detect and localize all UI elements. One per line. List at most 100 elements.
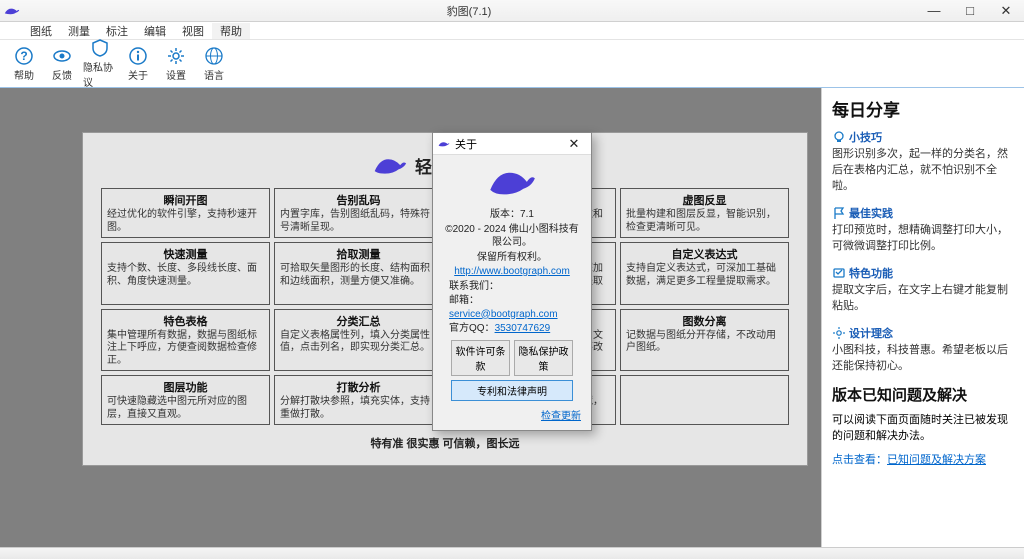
feature-cell: 拾取测量可拾取矢量图形的长度、结构面积和边线面积，测量方便又准确。 bbox=[274, 242, 443, 305]
tip-title: 小技巧 bbox=[849, 129, 882, 145]
feature-desc: 可快速隐藏选中图元所对应的图层，直接又直观。 bbox=[107, 396, 264, 421]
bulb-icon bbox=[832, 130, 846, 144]
issues-desc: 可以阅读下面页面随时关注已被发现的问题和解决办法。 bbox=[832, 411, 1016, 443]
feature-title: 分类汇总 bbox=[280, 313, 437, 329]
dialog-titlebar[interactable]: 关于 ✕ bbox=[433, 133, 591, 155]
feedback-button[interactable]: 反馈 bbox=[44, 44, 80, 84]
dialog-body: 版本：7.1 ©2020 - 2024 佛山小图科技有限公司。 保留所有权利。 … bbox=[433, 155, 591, 430]
practice-desc: 打印预览时，想精确调整打印大小，可微微调整打印比例。 bbox=[832, 223, 1016, 255]
leopard-logo-icon bbox=[373, 154, 407, 178]
menu-help[interactable]: 帮助 bbox=[212, 23, 250, 39]
feature-cell: 特色表格集中管理所有数据，数据与图纸标注上下呼应，方便查阅数据检查修正。 bbox=[101, 309, 270, 372]
privacy-policy-button[interactable]: 隐私保护政策 bbox=[514, 340, 573, 376]
menu-edit[interactable]: 编辑 bbox=[136, 23, 174, 39]
patent-button[interactable]: 专利和法律声明 bbox=[451, 380, 573, 401]
feature-title: 瞬间开图 bbox=[107, 192, 264, 208]
app-icon bbox=[2, 1, 22, 21]
feature-title: 图层功能 bbox=[107, 379, 264, 395]
feature-desc: 经过优化的软件引擎，支持秒速开图。 bbox=[107, 209, 264, 234]
feature-title: 特色功能 bbox=[849, 265, 893, 281]
maximize-button[interactable]: □ bbox=[952, 0, 988, 22]
feature-desc: 记数据与图纸分开存储，不改动用户图纸。 bbox=[626, 330, 783, 355]
feature-title: 快速测量 bbox=[107, 246, 264, 262]
issues-title: 版本已知问题及解决 bbox=[832, 384, 1016, 405]
flag-icon bbox=[832, 206, 846, 220]
feature-cell: 自定义表达式支持自定义表达式，可深加工基础数据，满足更多工程量提取需求。 bbox=[620, 242, 789, 305]
menubar: 图纸 测量 标注 编辑 视图 帮助 bbox=[0, 22, 1024, 40]
feature-cell: 快速测量支持个数、长度、多段线长度、面积、角度快速测量。 bbox=[101, 242, 270, 305]
contact-label: 联系我们： bbox=[449, 280, 581, 294]
qq-label: 官方QQ： bbox=[449, 322, 495, 336]
gear-small-icon bbox=[832, 326, 846, 340]
tip-card: 小技巧 图形识别多次，起一样的分类名，然后在表格内汇总，就不怕识别不全啦。 bbox=[832, 129, 1016, 195]
feature-title: 虚图反显 bbox=[626, 192, 783, 208]
feature-title: 告别乱码 bbox=[280, 192, 437, 208]
dialog-title: 关于 bbox=[455, 136, 561, 152]
feature-cell: 虚图反显批量构建和图层反显，智能识别，检查更清晰可见。 bbox=[620, 188, 789, 238]
feature-title: 拾取测量 bbox=[280, 246, 437, 262]
privacy-button[interactable]: 隐私协议 bbox=[82, 36, 118, 91]
help-button[interactable]: ? 帮助 bbox=[6, 44, 42, 84]
issues-link-row: 点击查看：已知问题及解决方案 bbox=[832, 451, 1016, 467]
website-link[interactable]: http://www.bootgraph.com bbox=[454, 266, 570, 277]
practice-card: 最佳实践 打印预览时，想精确调整打印大小，可微微调整打印比例。 bbox=[832, 205, 1016, 255]
feature-desc: 批量构建和图层反显，智能识别，检查更清晰可见。 bbox=[626, 209, 783, 234]
email-link[interactable]: service@bootgraph.com bbox=[449, 309, 558, 320]
feature-desc: 可拾取矢量图形的长度、结构面积和边线面积，测量方便又准确。 bbox=[280, 263, 437, 288]
menu-drawing[interactable]: 图纸 bbox=[22, 23, 60, 39]
feedback-label: 反馈 bbox=[52, 67, 72, 82]
privacy-label: 隐私协议 bbox=[83, 59, 117, 89]
version-line: 版本：7.1 bbox=[443, 208, 581, 222]
settings-button[interactable]: 设置 bbox=[158, 44, 194, 84]
issues-link[interactable]: 已知问题及解决方案 bbox=[887, 454, 986, 466]
license-button[interactable]: 软件许可条款 bbox=[451, 340, 510, 376]
help-icon: ? bbox=[14, 46, 34, 66]
qq-link[interactable]: 3530747629 bbox=[495, 323, 551, 334]
copyright-line: ©2020 - 2024 佛山小图科技有限公司。 bbox=[443, 223, 581, 250]
check-update-link[interactable]: 检查更新 bbox=[541, 411, 581, 422]
feature-desc: 自定义表格属性列，填入分类属性值，点击列名，即实现分类汇总。 bbox=[280, 330, 437, 355]
issues-link-prefix: 点击查看： bbox=[832, 454, 887, 466]
feature-cell: 瞬间开图经过优化的软件引擎，支持秒速开图。 bbox=[101, 188, 270, 238]
feature-desc: 支持自定义表达式，可深加工基础数据，满足更多工程量提取需求。 bbox=[626, 263, 783, 288]
practice-title: 最佳实践 bbox=[849, 205, 893, 221]
minimize-button[interactable]: — bbox=[916, 0, 952, 22]
feature-desc: 支持个数、长度、多段线长度、面积、角度快速测量。 bbox=[107, 263, 264, 288]
feature-desc: 分解打散块参照，填充实体，支持重做打散。 bbox=[280, 396, 437, 421]
about-label: 关于 bbox=[128, 67, 148, 82]
help-label: 帮助 bbox=[14, 67, 34, 82]
feature-cell: 图层功能可快速隐藏选中图元所对应的图层，直接又直观。 bbox=[101, 375, 270, 425]
design-card: 设计理念 小图科技，科技普惠。希望老板以后还能保持初心。 bbox=[832, 325, 1016, 375]
feature-title: 特色表格 bbox=[107, 313, 264, 329]
menu-view[interactable]: 视图 bbox=[174, 23, 212, 39]
feature-desc: 提取文字后，在文字上右键才能复制粘贴。 bbox=[832, 283, 1016, 315]
language-label: 语言 bbox=[204, 67, 224, 82]
sidebar: 每日分享 小技巧 图形识别多次，起一样的分类名，然后在表格内汇总，就不怕识别不全… bbox=[821, 88, 1024, 547]
feature-cell bbox=[620, 375, 789, 425]
eye-icon bbox=[52, 46, 72, 66]
star-icon bbox=[832, 266, 846, 280]
daily-share-title: 每日分享 bbox=[832, 96, 1016, 121]
feature-cell: 告别乱码内置字库，告别图纸乱码，特殊符号清晰呈现。 bbox=[274, 188, 443, 238]
toolbar: ? 帮助 反馈 隐私协议 关于 设置 语言 bbox=[0, 40, 1024, 88]
feature-title: 打散分析 bbox=[280, 379, 437, 395]
feature-title: 自定义表达式 bbox=[626, 246, 783, 262]
titlebar: 豹图(7.1) — □ ✕ bbox=[0, 0, 1024, 22]
feature-desc: 内置字库，告别图纸乱码，特殊符号清晰呈现。 bbox=[280, 209, 437, 234]
feature-card: 特色功能 提取文字后，在文字上右键才能复制粘贴。 bbox=[832, 265, 1016, 315]
dialog-app-icon bbox=[437, 137, 451, 151]
dialog-close-button[interactable]: ✕ bbox=[561, 136, 587, 152]
email-label: 邮箱： bbox=[449, 294, 479, 308]
about-button[interactable]: 关于 bbox=[120, 44, 156, 84]
svg-text:?: ? bbox=[20, 49, 27, 63]
close-button[interactable]: ✕ bbox=[988, 0, 1024, 22]
feature-cell: 图数分离记数据与图纸分开存储，不改动用户图纸。 bbox=[620, 309, 789, 372]
info-icon bbox=[128, 46, 148, 66]
rights-line: 保留所有权利。 bbox=[443, 251, 581, 265]
feature-desc: 集中管理所有数据，数据与图纸标注上下呼应，方便查阅数据检查修正。 bbox=[107, 330, 264, 368]
design-title: 设计理念 bbox=[849, 325, 893, 341]
window-title: 豹图(7.1) bbox=[22, 3, 916, 19]
feature-cell: 分类汇总自定义表格属性列，填入分类属性值，点击列名，即实现分类汇总。 bbox=[274, 309, 443, 372]
tip-desc: 图形识别多次，起一样的分类名，然后在表格内汇总，就不怕识别不全啦。 bbox=[832, 147, 1016, 195]
language-button[interactable]: 语言 bbox=[196, 44, 232, 84]
